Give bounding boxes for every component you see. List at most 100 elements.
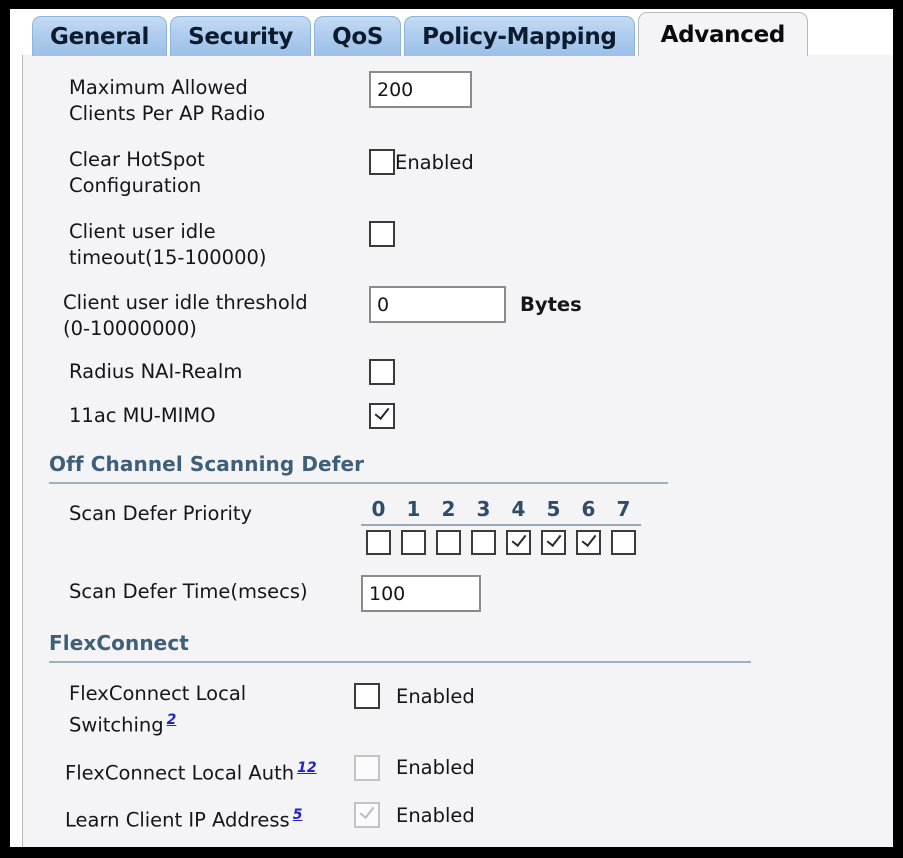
scan-defer-priority-checkboxes — [361, 530, 641, 555]
row-scan-defer-priority: Scan Defer Priority 0 1 2 3 4 5 6 7 — [23, 497, 893, 555]
priority-checkbox-5[interactable] — [541, 530, 566, 555]
flexconnect-local-switching-control: Enabled — [354, 677, 475, 711]
flexconnect-local-auth-checkbox-label: Enabled — [396, 756, 475, 779]
priority-number-3: 3 — [476, 497, 491, 521]
tab-general-label: General — [50, 23, 150, 50]
row-clear-hotspot: Clear HotSpot Configuration Enabled — [23, 143, 893, 199]
row-flexconnect-local-auth: FlexConnect Local Auth 12 Enabled — [23, 751, 893, 787]
priority-checkbox-4[interactable] — [506, 530, 531, 555]
priority-checkbox-6[interactable] — [576, 530, 601, 555]
row-client-idle-timeout: Client user idle timeout(15-100000) — [23, 215, 893, 271]
mu-mimo-control — [369, 399, 395, 431]
scan-defer-priority-grid: 0 1 2 3 4 5 6 7 — [361, 497, 641, 555]
flexconnect-local-auth-checkbox — [354, 754, 380, 781]
learn-client-ip-control: Enabled — [354, 798, 475, 830]
client-idle-timeout-checkbox[interactable] — [369, 221, 395, 247]
priority-checkbox-1[interactable] — [401, 530, 426, 555]
max-clients-input[interactable] — [369, 71, 472, 108]
flexconnect-local-auth-label-text: FlexConnect Local Auth — [65, 761, 295, 784]
priority-number-6: 6 — [581, 497, 596, 521]
row-flexconnect-local-switching: FlexConnect Local Switching 2 Enabled — [23, 677, 893, 739]
scan-defer-priority-label: Scan Defer Priority — [69, 502, 253, 525]
radius-nai-realm-checkbox[interactable] — [369, 359, 395, 385]
priority-number-4: 4 — [511, 497, 526, 521]
clear-hotspot-label-line2: Configuration — [69, 174, 202, 197]
mu-mimo-label: 11ac MU-MIMO — [69, 404, 216, 427]
clear-hotspot-label: Clear HotSpot Configuration — [69, 143, 369, 199]
flexconnect-local-switching-footnote-link[interactable]: 2 — [167, 712, 177, 728]
row-scan-defer-time: Scan Defer Time(msecs) — [23, 575, 893, 612]
client-idle-threshold-input[interactable] — [369, 286, 506, 323]
row-mu-mimo: 11ac MU-MIMO — [23, 399, 893, 431]
flexconnect-heading: FlexConnect — [49, 631, 189, 655]
scan-defer-time-input[interactable] — [361, 575, 481, 612]
clear-hotspot-control: Enabled — [369, 143, 474, 177]
off-channel-heading: Off Channel Scanning Defer — [49, 452, 365, 476]
client-idle-threshold-label-line2: (0-10000000) — [63, 317, 197, 340]
flexconnect-local-auth-control: Enabled — [354, 751, 475, 783]
tab-policy-mapping[interactable]: Policy-Mapping — [404, 16, 635, 56]
client-idle-timeout-label-line2: timeout(15-100000) — [69, 246, 267, 269]
flexconnect-local-switching-label: FlexConnect Local Switching 2 — [69, 677, 354, 739]
flexconnect-local-auth-footnote-link[interactable]: 12 — [297, 760, 316, 776]
mu-mimo-checkbox[interactable] — [369, 403, 395, 429]
client-idle-threshold-unit: Bytes — [520, 293, 582, 316]
scan-defer-time-label: Scan Defer Time(msecs) — [69, 580, 308, 603]
priority-number-0: 0 — [371, 497, 386, 521]
priority-number-5: 5 — [546, 497, 561, 521]
max-clients-control — [369, 71, 472, 108]
row-learn-client-ip: Learn Client IP Address 5 Enabled — [23, 798, 893, 834]
scan-defer-priority-divider — [361, 524, 641, 526]
flexconnect-section: FlexConnect — [23, 632, 893, 663]
tab-qos[interactable]: QoS — [314, 16, 402, 56]
clear-hotspot-checkbox[interactable] — [369, 149, 395, 175]
tab-policy-mapping-label: Policy-Mapping — [422, 23, 617, 50]
tab-bar: General Security QoS Policy-Mapping Adva… — [22, 9, 893, 56]
flexconnect-local-switching-label-line1: FlexConnect Local — [69, 682, 247, 705]
learn-client-ip-label-text: Learn Client IP Address — [65, 808, 290, 832]
row-radius-nai-realm: Radius NAI-Realm — [23, 355, 893, 387]
client-idle-timeout-control — [369, 215, 395, 249]
learn-client-ip-label: Learn Client IP Address 5 — [65, 798, 354, 834]
flexconnect-local-switching-checkbox[interactable] — [354, 683, 380, 709]
client-idle-threshold-control: Bytes — [369, 286, 582, 323]
screenshot-root: General Security QoS Policy-Mapping Adva… — [0, 0, 903, 858]
priority-number-2: 2 — [441, 497, 456, 521]
max-clients-label-line2: Clients Per AP Radio — [69, 102, 266, 125]
tab-security[interactable]: Security — [170, 16, 312, 56]
advanced-settings-panel: Maximum Allowed Clients Per AP Radio Cle… — [22, 55, 893, 847]
radius-nai-realm-label: Radius NAI-Realm — [69, 360, 243, 383]
client-idle-threshold-label-line1: Client user idle threshold — [63, 291, 308, 314]
scan-defer-time-control — [361, 575, 481, 612]
tab-advanced[interactable]: Advanced — [637, 12, 809, 56]
row-client-idle-threshold: Client user idle threshold (0-10000000) … — [23, 286, 893, 342]
tab-security-label: Security — [188, 23, 294, 50]
flexconnect-divider — [49, 661, 751, 663]
flexconnect-local-auth-label: FlexConnect Local Auth 12 — [65, 751, 354, 787]
flexconnect-local-switching-checkbox-label: Enabled — [396, 684, 475, 708]
client-idle-threshold-label: Client user idle threshold (0-10000000) — [63, 286, 369, 342]
tab-advanced-label: Advanced — [660, 21, 786, 48]
max-clients-label: Maximum Allowed Clients Per AP Radio — [69, 71, 369, 127]
client-idle-timeout-label: Client user idle timeout(15-100000) — [69, 215, 369, 271]
priority-checkbox-2[interactable] — [436, 530, 461, 555]
clear-hotspot-label-line1: Clear HotSpot — [69, 148, 205, 171]
radius-nai-realm-control — [369, 355, 395, 387]
learn-client-ip-footnote-link[interactable]: 5 — [293, 807, 303, 823]
priority-checkbox-7[interactable] — [611, 530, 636, 555]
off-channel-divider — [49, 482, 668, 484]
flexconnect-local-switching-label-line2: Switching — [69, 713, 164, 737]
priority-number-7: 7 — [616, 497, 631, 521]
priority-checkbox-3[interactable] — [471, 530, 496, 555]
clear-hotspot-checkbox-label: Enabled — [395, 150, 474, 174]
tab-qos-label: QoS — [332, 23, 384, 50]
off-channel-section: Off Channel Scanning Defer — [23, 453, 893, 484]
client-idle-timeout-label-line1: Client user idle — [69, 220, 216, 243]
row-max-clients: Maximum Allowed Clients Per AP Radio — [23, 71, 893, 127]
tab-bar-filler — [811, 55, 893, 56]
tab-general[interactable]: General — [32, 16, 168, 56]
priority-number-1: 1 — [406, 497, 421, 521]
learn-client-ip-checkbox — [354, 802, 380, 828]
priority-checkbox-0[interactable] — [366, 530, 391, 555]
learn-client-ip-checkbox-label: Enabled — [396, 803, 475, 827]
